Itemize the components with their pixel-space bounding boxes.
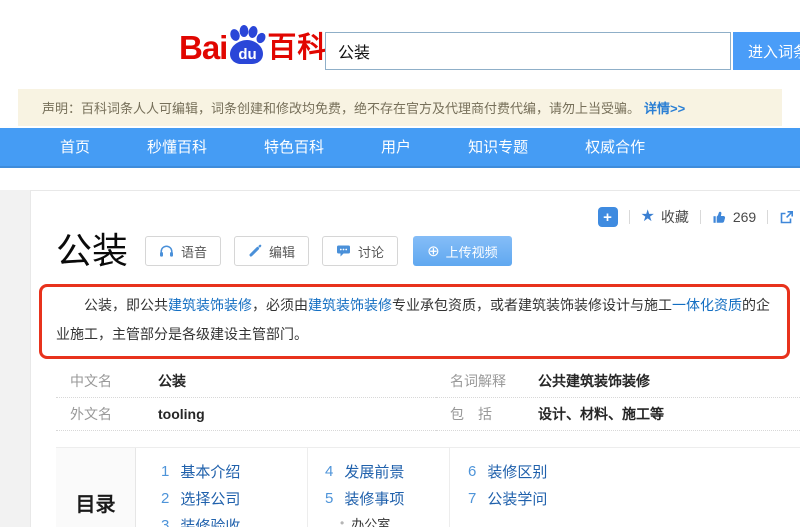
summary-paragraph: 公装，即公共建筑装饰装修，必须由建筑装饰装修专业承包资质，或者建筑装饰装修设计与… [56, 291, 773, 349]
info-value: tooling [158, 406, 205, 422]
toc-item-3[interactable]: 3 装修验收 [161, 512, 307, 527]
headphones-icon [159, 244, 174, 258]
main-nav: 首页 秒懂百科 特色百科 用户 知识专题 权威合作 [0, 128, 800, 168]
logo-text-baike: 百科 [267, 34, 327, 66]
summary-link[interactable]: 建筑装饰装修 [168, 297, 252, 313]
nav-item-authority[interactable]: 权威合作 [585, 128, 645, 168]
toc-link: 装修事项 [344, 488, 404, 509]
search-input[interactable] [325, 32, 731, 70]
circle-plus-icon: ⊕ [427, 244, 440, 259]
toc-link: 公装学问 [487, 488, 547, 509]
toc: 目录 1 基本介绍 2 选择公司 3 装修验收 4 发展前景 [56, 447, 800, 527]
toc-number: 1 [161, 463, 169, 480]
disclaimer-text: 声明：百科词条人人可编辑，词条创建和修改均免费，绝不存在官方及代理商付费代编，请… [42, 98, 640, 117]
toc-item-1[interactable]: 1 基本介绍 [161, 458, 307, 485]
page-left-gutter [0, 190, 30, 527]
toc-item-2[interactable]: 2 选择公司 [161, 485, 307, 512]
add-icon[interactable]: + [598, 207, 618, 227]
collect-label: 收藏 [661, 207, 689, 227]
toc-number: 3 [161, 517, 169, 527]
enter-entry-button[interactable]: 进入词条 [733, 32, 800, 70]
upload-video-label: 上传视频 [446, 242, 498, 261]
toc-subitem-office[interactable]: • 办公室 [325, 512, 449, 527]
toc-column-2: 4 发展前景 5 装修事项 • 办公室 • 酒店 [307, 448, 449, 527]
toc-item-7[interactable]: 7 公装学问 [468, 485, 589, 512]
toc-number: 5 [325, 490, 333, 507]
like-count: 269 [733, 209, 756, 225]
toc-item-5[interactable]: 5 装修事项 [325, 485, 449, 512]
summary-text: ，必须由 [252, 297, 308, 313]
summary-text: 公装，即公共 [84, 297, 168, 313]
nav-item-miaodong[interactable]: 秒懂百科 [147, 128, 207, 168]
info-row: 外文名 tooling [56, 398, 436, 431]
info-value: 公装 [158, 371, 186, 391]
info-label: 中文名 [70, 371, 158, 391]
toc-number: 2 [161, 490, 169, 507]
voice-button[interactable]: 语音 [145, 236, 221, 266]
info-label: 名词解释 [450, 371, 538, 391]
toc-item-6[interactable]: 6 装修区别 [468, 458, 589, 485]
toc-column-3: 6 装修区别 7 公装学问 [449, 448, 589, 527]
header: Bai du 百科 进入词条 [0, 0, 800, 85]
like-button[interactable]: 269 [712, 209, 756, 225]
summary-link[interactable]: 一体化资质 [672, 297, 742, 313]
upload-video-button[interactable]: ⊕ 上传视频 [413, 236, 512, 266]
toc-link: 选择公司 [180, 488, 240, 509]
divider [767, 210, 768, 224]
toc-number: 7 [468, 490, 476, 507]
collect-button[interactable]: ★ 收藏 [641, 207, 689, 227]
share-icon [779, 210, 794, 225]
page-title: 公装 [56, 233, 128, 269]
highlight-box: 公装，即公共建筑装饰装修，必须由建筑装饰装修专业承包资质，或者建筑装饰装修设计与… [39, 284, 790, 359]
share-button[interactable]: 4 [779, 209, 800, 225]
toc-sub-label: 办公室 [351, 514, 390, 527]
divider [700, 210, 701, 224]
info-row: 名词解释 公共建筑装饰装修 [436, 365, 800, 398]
toc-link: 发展前景 [344, 461, 404, 482]
bullet-icon: • [340, 516, 344, 527]
toc-title: 目录 [56, 448, 136, 527]
basic-info-table: 中文名 公装 名词解释 公共建筑装饰装修 外文名 tooling 包 括 设计、… [56, 365, 800, 431]
discuss-button[interactable]: 讨论 [322, 236, 398, 266]
toc-item-4[interactable]: 4 发展前景 [325, 458, 449, 485]
toc-link: 装修区别 [487, 461, 547, 482]
pencil-icon [248, 244, 262, 258]
logo-text-bai: Bai [179, 31, 227, 66]
discuss-label: 讨论 [358, 242, 384, 261]
speech-bubble-icon [336, 244, 351, 258]
article-card: + ★ 收藏 269 4 [30, 190, 800, 527]
summary-link[interactable]: 建筑装饰装修 [308, 297, 392, 313]
nav-item-topics[interactable]: 知识专题 [468, 128, 528, 168]
title-row: 公装 语音 编辑 [56, 233, 800, 269]
info-row: 中文名 公装 [56, 365, 436, 398]
toc-link: 基本介绍 [180, 461, 240, 482]
info-value: 公共建筑装饰装修 [538, 371, 650, 391]
info-label: 包 括 [450, 404, 538, 424]
divider [629, 210, 630, 224]
edit-button[interactable]: 编辑 [234, 236, 309, 266]
baike-logo[interactable]: Bai du 百科 [179, 20, 327, 66]
toc-number: 6 [468, 463, 476, 480]
toc-columns: 1 基本介绍 2 选择公司 3 装修验收 4 发展前景 5 [136, 448, 589, 527]
thumbs-up-icon [712, 210, 727, 225]
toc-column-1: 1 基本介绍 2 选择公司 3 装修验收 [161, 448, 307, 527]
voice-label: 语音 [181, 242, 207, 261]
info-value: 设计、材料、施工等 [538, 404, 664, 424]
svg-text:du: du [239, 46, 257, 63]
edit-label: 编辑 [269, 242, 295, 261]
disclaimer-bar: 声明：百科词条人人可编辑，词条创建和修改均免费，绝不存在官方及代理商付费代编，请… [18, 89, 782, 126]
star-icon: ★ [641, 209, 655, 225]
info-label: 外文名 [70, 404, 158, 424]
disclaimer-details-link[interactable]: 详情>> [644, 98, 685, 117]
article-actions: + ★ 收藏 269 4 [598, 207, 800, 227]
toc-link: 装修验收 [180, 515, 240, 527]
info-row: 包 括 设计、材料、施工等 [436, 398, 800, 431]
nav-item-featured[interactable]: 特色百科 [264, 128, 324, 168]
nav-item-home[interactable]: 首页 [60, 128, 90, 168]
summary-text: 专业承包资质，或者建筑装饰装修设计与施工 [392, 297, 672, 313]
toc-number: 4 [325, 463, 333, 480]
baidu-paw-icon: du [224, 23, 270, 69]
nav-item-users[interactable]: 用户 [381, 128, 411, 168]
